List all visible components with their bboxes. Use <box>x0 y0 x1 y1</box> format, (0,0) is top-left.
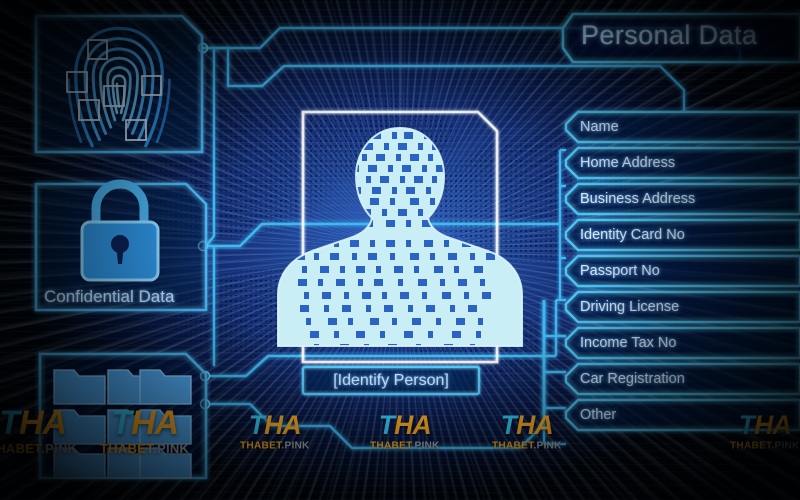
field-label: Income Tax No <box>580 335 677 351</box>
field-label: Identity Card No <box>580 227 685 243</box>
field-label: Passport No <box>580 263 660 279</box>
field-label: Other <box>580 407 617 423</box>
field-label: Name <box>580 119 619 135</box>
field-list <box>564 110 800 432</box>
field-label: Driving License <box>580 299 680 315</box>
field-label: Business Address <box>580 191 696 207</box>
field-label: Car Registration <box>580 371 685 387</box>
field-label: Home Address <box>580 155 676 171</box>
infographic-canvas: Confidential Data [Identify Person] Pers… <box>0 0 800 500</box>
